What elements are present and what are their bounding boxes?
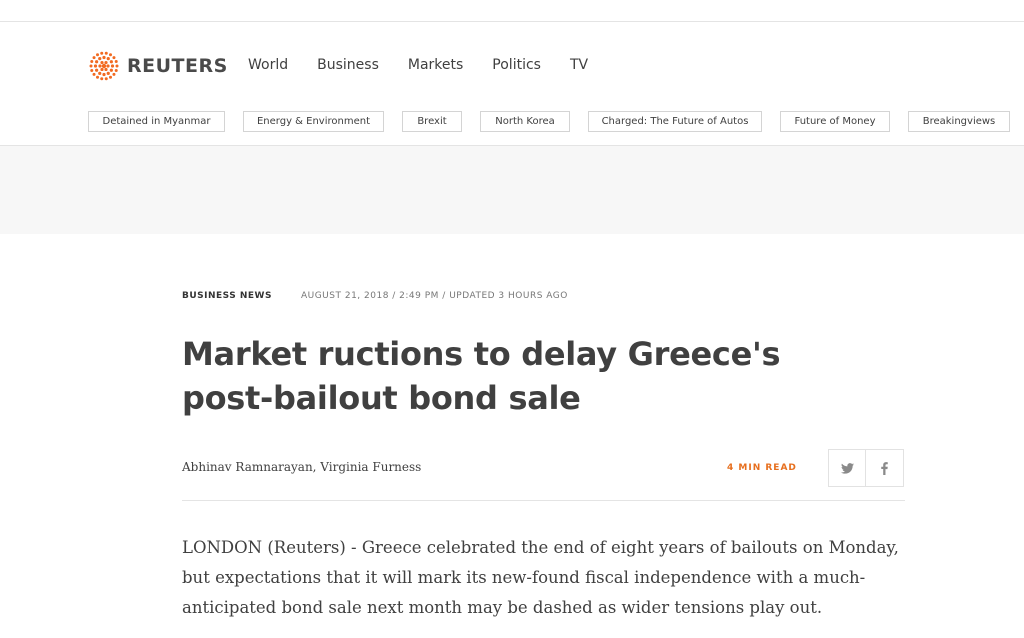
nav-markets[interactable]: Markets — [408, 57, 463, 73]
nav-tv[interactable]: TV — [570, 57, 588, 73]
nav-world[interactable]: World — [248, 57, 288, 73]
article-body: LONDON (Reuters) - Greece celebrated the… — [182, 538, 899, 617]
article-meta: BUSINESS NEWS AUGUST 21, 2018 / 2:49 PM … — [182, 291, 568, 301]
article-headline: Market ructions to delay Greece's post-b… — [182, 335, 781, 417]
article-byline[interactable]: Abhinav Ramnarayan, Virginia Furness — [182, 460, 421, 474]
trend-energy-environment[interactable]: Energy & Environment — [243, 111, 384, 132]
brand-name: REUTERS — [127, 55, 228, 77]
twitter-icon — [840, 462, 854, 474]
read-time: 4 MIN READ — [727, 463, 797, 473]
nav-business[interactable]: Business — [317, 57, 379, 73]
share-twitter-button[interactable] — [828, 449, 866, 487]
top-divider — [0, 21, 1024, 22]
byline-divider — [182, 500, 905, 501]
ad-banner-area — [0, 146, 1024, 234]
trending-topics: Detained in Myanmar Energy & Environment… — [88, 111, 1024, 132]
main-nav: World Business Markets Politics TV — [248, 57, 617, 73]
reuters-logo[interactable]: REUTERS — [87, 48, 228, 84]
share-facebook-button[interactable] — [866, 449, 904, 487]
trend-breakingviews[interactable]: Breakingviews — [908, 111, 1010, 132]
trend-charged-autos[interactable]: Charged: The Future of Autos — [588, 111, 762, 132]
trend-north-korea[interactable]: North Korea — [480, 111, 570, 132]
article-dateline: AUGUST 21, 2018 / 2:49 PM / UPDATED 3 HO… — [300, 291, 568, 301]
trend-future-of-money[interactable]: Future of Money — [780, 111, 890, 132]
channel-link[interactable]: BUSINESS NEWS — [182, 291, 272, 301]
trend-brexit[interactable]: Brexit — [402, 111, 462, 132]
nav-politics[interactable]: Politics — [492, 57, 541, 73]
trend-detained-in-myanmar[interactable]: Detained in Myanmar — [88, 111, 225, 132]
facebook-icon — [881, 461, 888, 475]
reuters-logo-icon — [89, 51, 119, 81]
